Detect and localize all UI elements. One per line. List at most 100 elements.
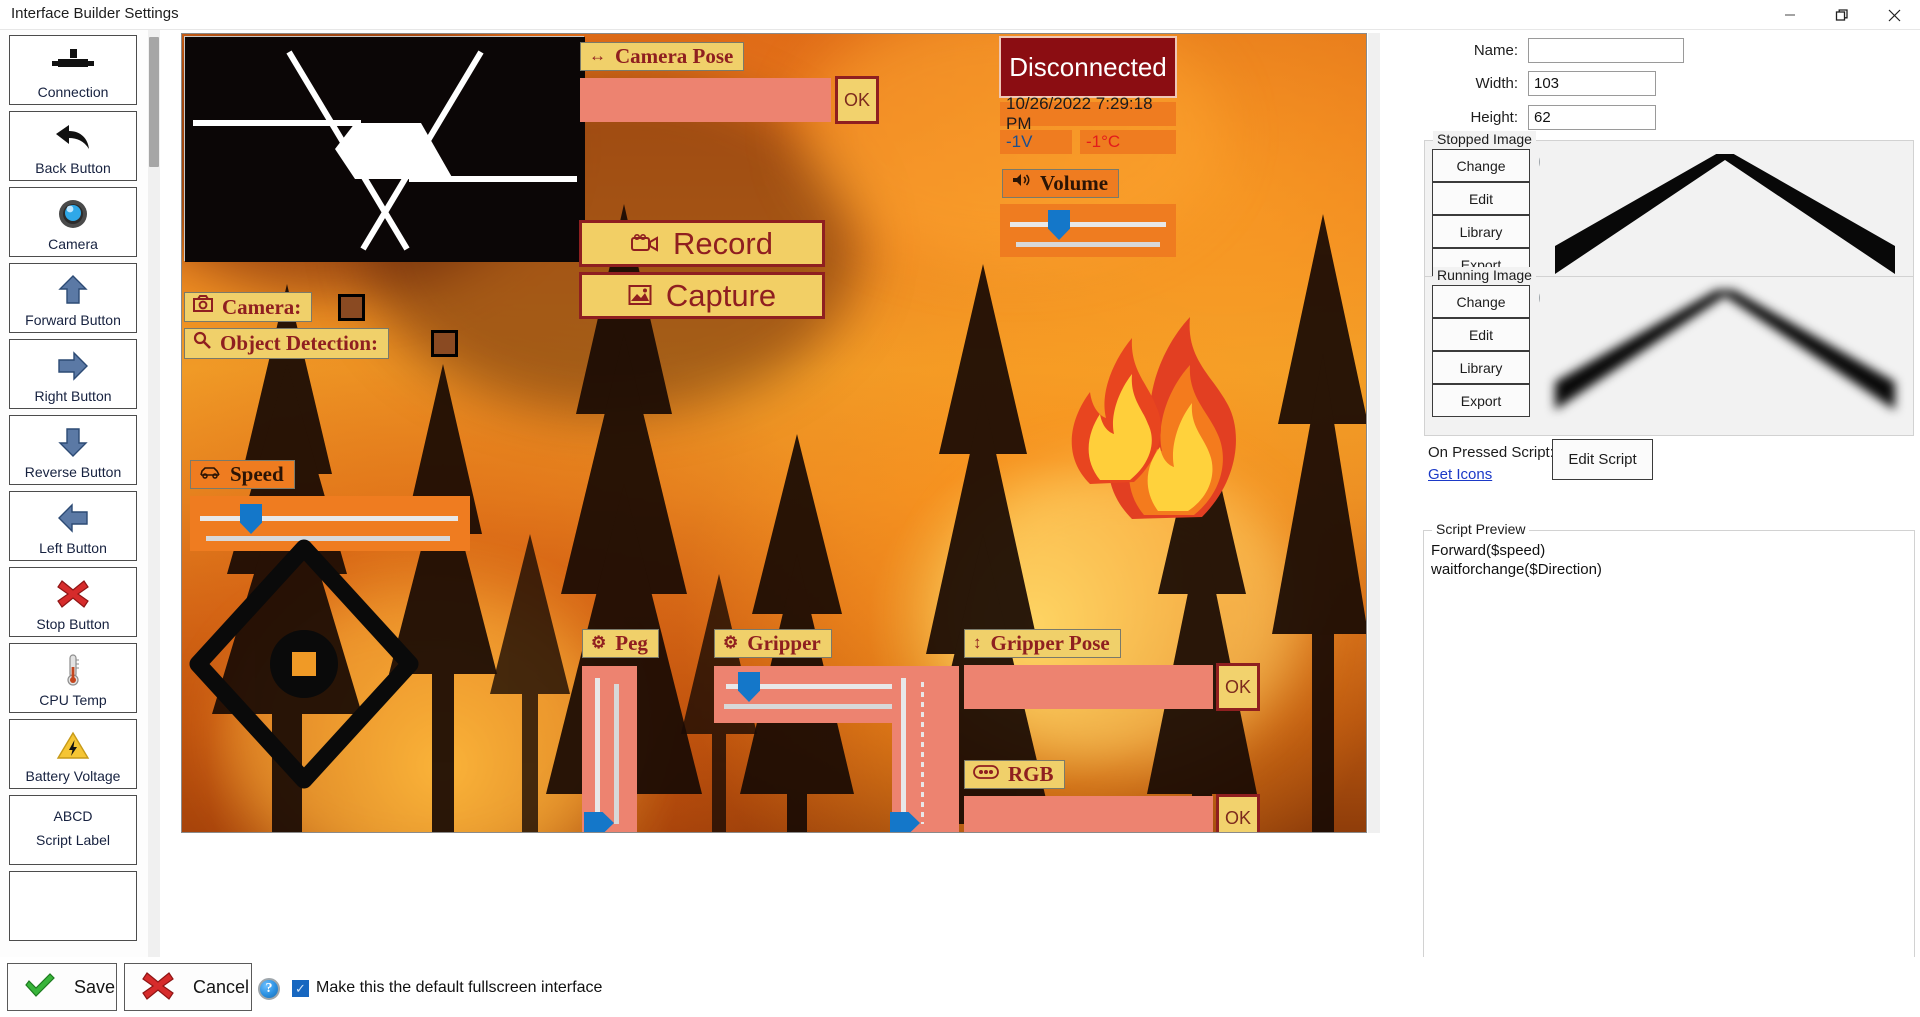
- minimize-icon: [1785, 14, 1795, 16]
- connection-icon: [10, 42, 136, 82]
- volume-slider-track-secondary: [1016, 242, 1160, 247]
- rgb-icon: [973, 763, 999, 785]
- gripper-label: ⚙ Gripper: [714, 629, 832, 658]
- palette-item-stop-button[interactable]: Stop Button: [9, 567, 137, 637]
- object-detection-text: Object Detection:: [220, 331, 379, 355]
- dpad-control[interactable]: [184, 534, 424, 799]
- on-pressed-script-label: On Pressed Script:: [1428, 444, 1554, 461]
- volume-slider[interactable]: [1000, 204, 1176, 257]
- camera-toggle-swatch[interactable]: [338, 294, 365, 321]
- properties-panel: Name: Width: Height: Stopped Image Chang…: [1390, 30, 1920, 970]
- palette-item-label: Reverse Button: [24, 464, 122, 480]
- gripper-slider-thumb[interactable]: [738, 672, 760, 702]
- green-check-icon: [24, 972, 56, 1003]
- connection-status-badge: Disconnected: [999, 36, 1177, 98]
- help-icon[interactable]: ?: [258, 978, 280, 1000]
- script-preview-title: Script Preview: [1432, 521, 1530, 537]
- palette-item-label: Back Button: [35, 160, 111, 176]
- palette-item-cpu-temp[interactable]: CPU Temp: [9, 643, 137, 713]
- minimize-button[interactable]: [1764, 0, 1816, 30]
- camera-preview[interactable]: [184, 36, 585, 262]
- running-change-button[interactable]: Change: [1432, 285, 1530, 318]
- palette-item-battery-voltage[interactable]: Battery Voltage: [9, 719, 137, 789]
- camera-pose-ok-button[interactable]: OK: [835, 76, 879, 124]
- camera-pose-input[interactable]: [580, 78, 831, 122]
- palette-item-right-button[interactable]: Right Button: [9, 339, 137, 409]
- rgb-ok-button[interactable]: OK: [1216, 794, 1260, 832]
- record-button[interactable]: Record: [579, 220, 825, 267]
- gripper-v-thumb[interactable]: [890, 812, 920, 832]
- palette-item-left-button[interactable]: Left Button: [9, 491, 137, 561]
- red-x-icon: [141, 970, 175, 1005]
- running-edit-button[interactable]: Edit: [1432, 318, 1530, 351]
- palette-item-partial[interactable]: [9, 871, 137, 941]
- record-button-label: Record: [673, 225, 773, 261]
- warning-bolt-icon: [10, 726, 136, 766]
- capture-button[interactable]: Capture: [579, 272, 825, 319]
- running-export-button[interactable]: Export: [1432, 384, 1530, 417]
- left-right-arrow-icon: ↔: [589, 46, 606, 65]
- width-input[interactable]: [1528, 71, 1656, 96]
- width-label: Width:: [1475, 75, 1518, 92]
- palette-item-connection[interactable]: Connection: [9, 35, 137, 105]
- chevron-up-blurred-icon: [1555, 290, 1895, 410]
- camera-pose-label-text: Camera Pose: [615, 44, 734, 68]
- palette-item-label: Right Button: [34, 388, 112, 404]
- canvas-background[interactable]: ↔ Camera Pose OK Record Capture Camera: …: [181, 33, 1367, 833]
- peg-slider-thumb[interactable]: [584, 812, 614, 832]
- interface-canvas[interactable]: ↔ Camera Pose OK Record Capture Camera: …: [181, 33, 1367, 833]
- peg-slider[interactable]: [582, 666, 637, 832]
- speed-slider-track: [200, 516, 458, 521]
- palette-item-back-button[interactable]: Back Button: [9, 111, 137, 181]
- running-image-preview[interactable]: [1540, 279, 1910, 431]
- save-button[interactable]: Save: [7, 963, 117, 1011]
- stopped-library-button[interactable]: Library: [1432, 215, 1530, 248]
- camera-pose-label: ↔ Camera Pose: [580, 42, 745, 71]
- stopped-image-preview[interactable]: [1540, 143, 1910, 295]
- stopped-edit-button[interactable]: Edit: [1432, 182, 1530, 215]
- right-arrow-icon: [10, 346, 136, 386]
- volume-slider-thumb[interactable]: [1048, 210, 1070, 240]
- cancel-button[interactable]: Cancel: [124, 963, 252, 1011]
- camera-toggle-text: Camera:: [222, 294, 302, 319]
- palette-scrollbar-track[interactable]: [148, 30, 160, 957]
- object-detection-label: Object Detection:: [184, 328, 390, 359]
- height-input[interactable]: [1528, 105, 1656, 130]
- magnifier-icon: [193, 331, 211, 355]
- object-detection-swatch[interactable]: [431, 330, 458, 357]
- gripper-vertical-slider[interactable]: [890, 666, 959, 832]
- rgb-label: RGB: [964, 760, 1065, 789]
- name-input[interactable]: [1528, 38, 1684, 63]
- canvas-scrollbar-vertical[interactable]: [1368, 33, 1380, 833]
- close-button[interactable]: [1868, 0, 1920, 30]
- palette-item-script-label[interactable]: ABCD Script Label: [9, 795, 137, 865]
- gripper-pose-ok-button[interactable]: OK: [1216, 663, 1260, 711]
- back-arrow-icon: [10, 118, 136, 158]
- rgb-input[interactable]: [964, 796, 1213, 832]
- speed-label-text: Speed: [230, 462, 284, 486]
- palette-item-forward-button[interactable]: Forward Button: [9, 263, 137, 333]
- speed-slider-thumb[interactable]: [240, 504, 262, 534]
- maximize-button[interactable]: [1816, 0, 1868, 30]
- chevron-up-sharp-icon: [1555, 154, 1895, 274]
- timestamp-label: 10/26/2022 7:29:18 PM: [1000, 94, 1176, 133]
- default-fullscreen-checkbox[interactable]: ✓: [292, 980, 309, 997]
- gripper-pose-input[interactable]: [964, 665, 1213, 709]
- script-preview-panel[interactable]: Script Preview Forward($speed) waitforch…: [1423, 521, 1915, 970]
- gripper-v-track: [901, 678, 906, 828]
- running-library-button[interactable]: Library: [1432, 351, 1530, 384]
- stopped-change-button[interactable]: Change: [1432, 149, 1530, 182]
- script-label-caption: Script Label: [36, 831, 110, 848]
- palette-item-label: Battery Voltage: [25, 768, 121, 784]
- widget-palette[interactable]: Connection Back Button Camera Forward Bu…: [0, 30, 160, 957]
- palette-scrollbar-thumb[interactable]: [149, 37, 159, 167]
- palette-item-camera[interactable]: Camera: [9, 187, 137, 257]
- video-camera-icon: [631, 226, 659, 262]
- palette-item-label: Connection: [37, 84, 109, 100]
- edit-script-button[interactable]: Edit Script: [1552, 439, 1653, 480]
- window-titlebar: Interface Builder Settings: [0, 0, 1920, 30]
- palette-item-reverse-button[interactable]: Reverse Button: [9, 415, 137, 485]
- palette-item-label: Forward Button: [25, 312, 121, 328]
- get-icons-link[interactable]: Get Icons: [1428, 466, 1492, 483]
- palette-item-label: CPU Temp: [39, 692, 107, 708]
